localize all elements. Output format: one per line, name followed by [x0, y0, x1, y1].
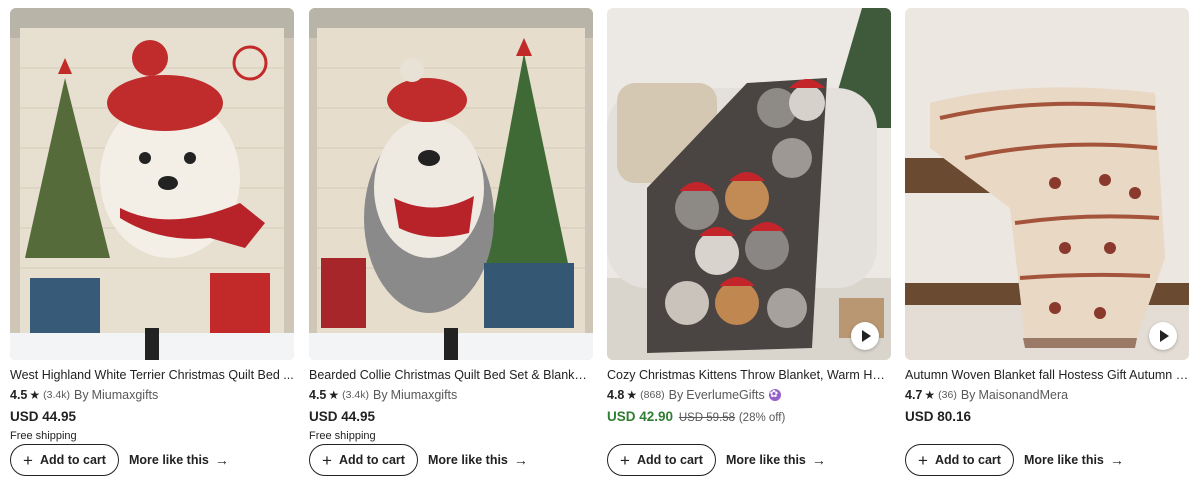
card-actions: + Add to cart More like this →	[905, 444, 1124, 476]
star-icon: ★	[29, 388, 41, 402]
by-label: By	[960, 388, 976, 402]
plus-icon: +	[322, 450, 332, 470]
add-to-cart-label: Add to cart	[636, 453, 703, 467]
card-actions: + Add to cart More like this →	[309, 444, 528, 476]
shop-name[interactable]: MaisonandMera	[978, 387, 1068, 403]
listing-price: USD 80.16	[905, 409, 972, 424]
more-like-this-link[interactable]: More like this →	[726, 452, 826, 468]
listing-price: USD 44.95	[309, 409, 376, 424]
listing-title[interactable]: Bearded Collie Christmas Quilt Bed Set &…	[309, 367, 593, 383]
shipping-info: Free shipping	[10, 430, 77, 442]
arrow-right-icon: →	[214, 452, 229, 468]
listing-rating: 4.8 ★ (868) By EverlumeGifts	[607, 387, 891, 403]
arrow-right-icon: →	[811, 452, 826, 468]
listing-card[interactable]: Autumn Woven Blanket fall Hostess Gift A…	[905, 8, 1189, 426]
original-price: USD 59.58	[678, 412, 736, 424]
christmas-kittens-blanket-image	[607, 8, 891, 360]
more-like-this-label: More like this	[129, 453, 209, 467]
more-like-this-link[interactable]: More like this →	[1024, 452, 1124, 468]
autumn-woven-blanket-image	[905, 8, 1189, 360]
plus-icon: +	[23, 450, 33, 470]
more-like-this-link[interactable]: More like this →	[129, 452, 229, 468]
listing-image[interactable]	[10, 8, 294, 360]
more-like-this-label: More like this	[1024, 453, 1104, 467]
westie-quilt-image	[10, 8, 294, 360]
add-to-cart-label: Add to cart	[934, 453, 1001, 467]
add-to-cart-label: Add to cart	[338, 453, 405, 467]
review-count: (36)	[938, 389, 957, 401]
review-count: (3.4k)	[43, 389, 70, 401]
play-icon[interactable]	[851, 322, 879, 350]
listing-rating: 4.5 ★ (3.4k) By Miumaxgifts	[309, 387, 593, 403]
by-label: By	[74, 388, 89, 402]
shop-name[interactable]: Miumaxgifts	[92, 387, 159, 403]
plus-icon: +	[620, 450, 630, 470]
listing-card[interactable]: Cozy Christmas Kittens Throw Blanket, Wa…	[607, 8, 891, 427]
listing-price: USD 42.90 USD 59.58 (28% off)	[607, 408, 891, 427]
listing-image[interactable]	[905, 8, 1189, 360]
sale-price: USD 42.90	[607, 409, 674, 424]
listing-grid: West Highland White Terrier Christmas Qu…	[0, 0, 1200, 489]
arrow-right-icon: →	[513, 452, 528, 468]
listing-title[interactable]: Cozy Christmas Kittens Throw Blanket, Wa…	[607, 367, 891, 383]
shipping-info: Free shipping	[309, 430, 376, 442]
shop-name[interactable]: Miumaxgifts	[391, 387, 458, 403]
plus-icon: +	[918, 450, 928, 470]
card-actions: + Add to cart More like this →	[10, 444, 229, 476]
listing-image[interactable]	[309, 8, 593, 360]
review-count: (3.4k)	[342, 389, 369, 401]
more-like-this-link[interactable]: More like this →	[428, 452, 528, 468]
listing-title[interactable]: West Highland White Terrier Christmas Qu…	[10, 367, 294, 383]
star-icon: ★	[328, 388, 340, 402]
listing-title[interactable]: Autumn Woven Blanket fall Hostess Gift A…	[905, 367, 1189, 383]
add-to-cart-label: Add to cart	[39, 453, 106, 467]
rating-score: 4.7	[905, 388, 923, 402]
review-count: (868)	[640, 389, 665, 401]
rating-score: 4.8	[607, 388, 625, 402]
play-icon[interactable]	[1149, 322, 1177, 350]
listing-price: USD 44.95	[10, 409, 77, 424]
star-seller-badge-icon	[768, 387, 781, 403]
more-like-this-label: More like this	[428, 453, 508, 467]
add-to-cart-button[interactable]: + Add to cart	[905, 444, 1014, 476]
card-actions: + Add to cart More like this →	[607, 444, 826, 476]
listing-card[interactable]: West Highland White Terrier Christmas Qu…	[10, 8, 294, 443]
by-label: By	[668, 388, 684, 402]
listing-rating: 4.7 ★ (36) By MaisonandMera	[905, 387, 1189, 403]
shop-name[interactable]: EverlumeGifts	[686, 387, 765, 403]
rating-score: 4.5	[10, 388, 28, 402]
add-to-cart-button[interactable]: + Add to cart	[607, 444, 716, 476]
star-icon: ★	[626, 388, 638, 402]
listing-image[interactable]	[607, 8, 891, 360]
add-to-cart-button[interactable]: + Add to cart	[10, 444, 119, 476]
by-label: By	[373, 388, 388, 402]
listing-card[interactable]: Bearded Collie Christmas Quilt Bed Set &…	[309, 8, 593, 443]
discount-percent: (28% off)	[738, 412, 786, 424]
bearded-collie-quilt-image	[309, 8, 593, 360]
arrow-right-icon: →	[1109, 452, 1124, 468]
listing-rating: 4.5 ★ (3.4k) By Miumaxgifts	[10, 387, 294, 403]
add-to-cart-button[interactable]: + Add to cart	[309, 444, 418, 476]
rating-score: 4.5	[309, 388, 327, 402]
star-icon: ★	[924, 388, 936, 402]
more-like-this-label: More like this	[726, 453, 806, 467]
